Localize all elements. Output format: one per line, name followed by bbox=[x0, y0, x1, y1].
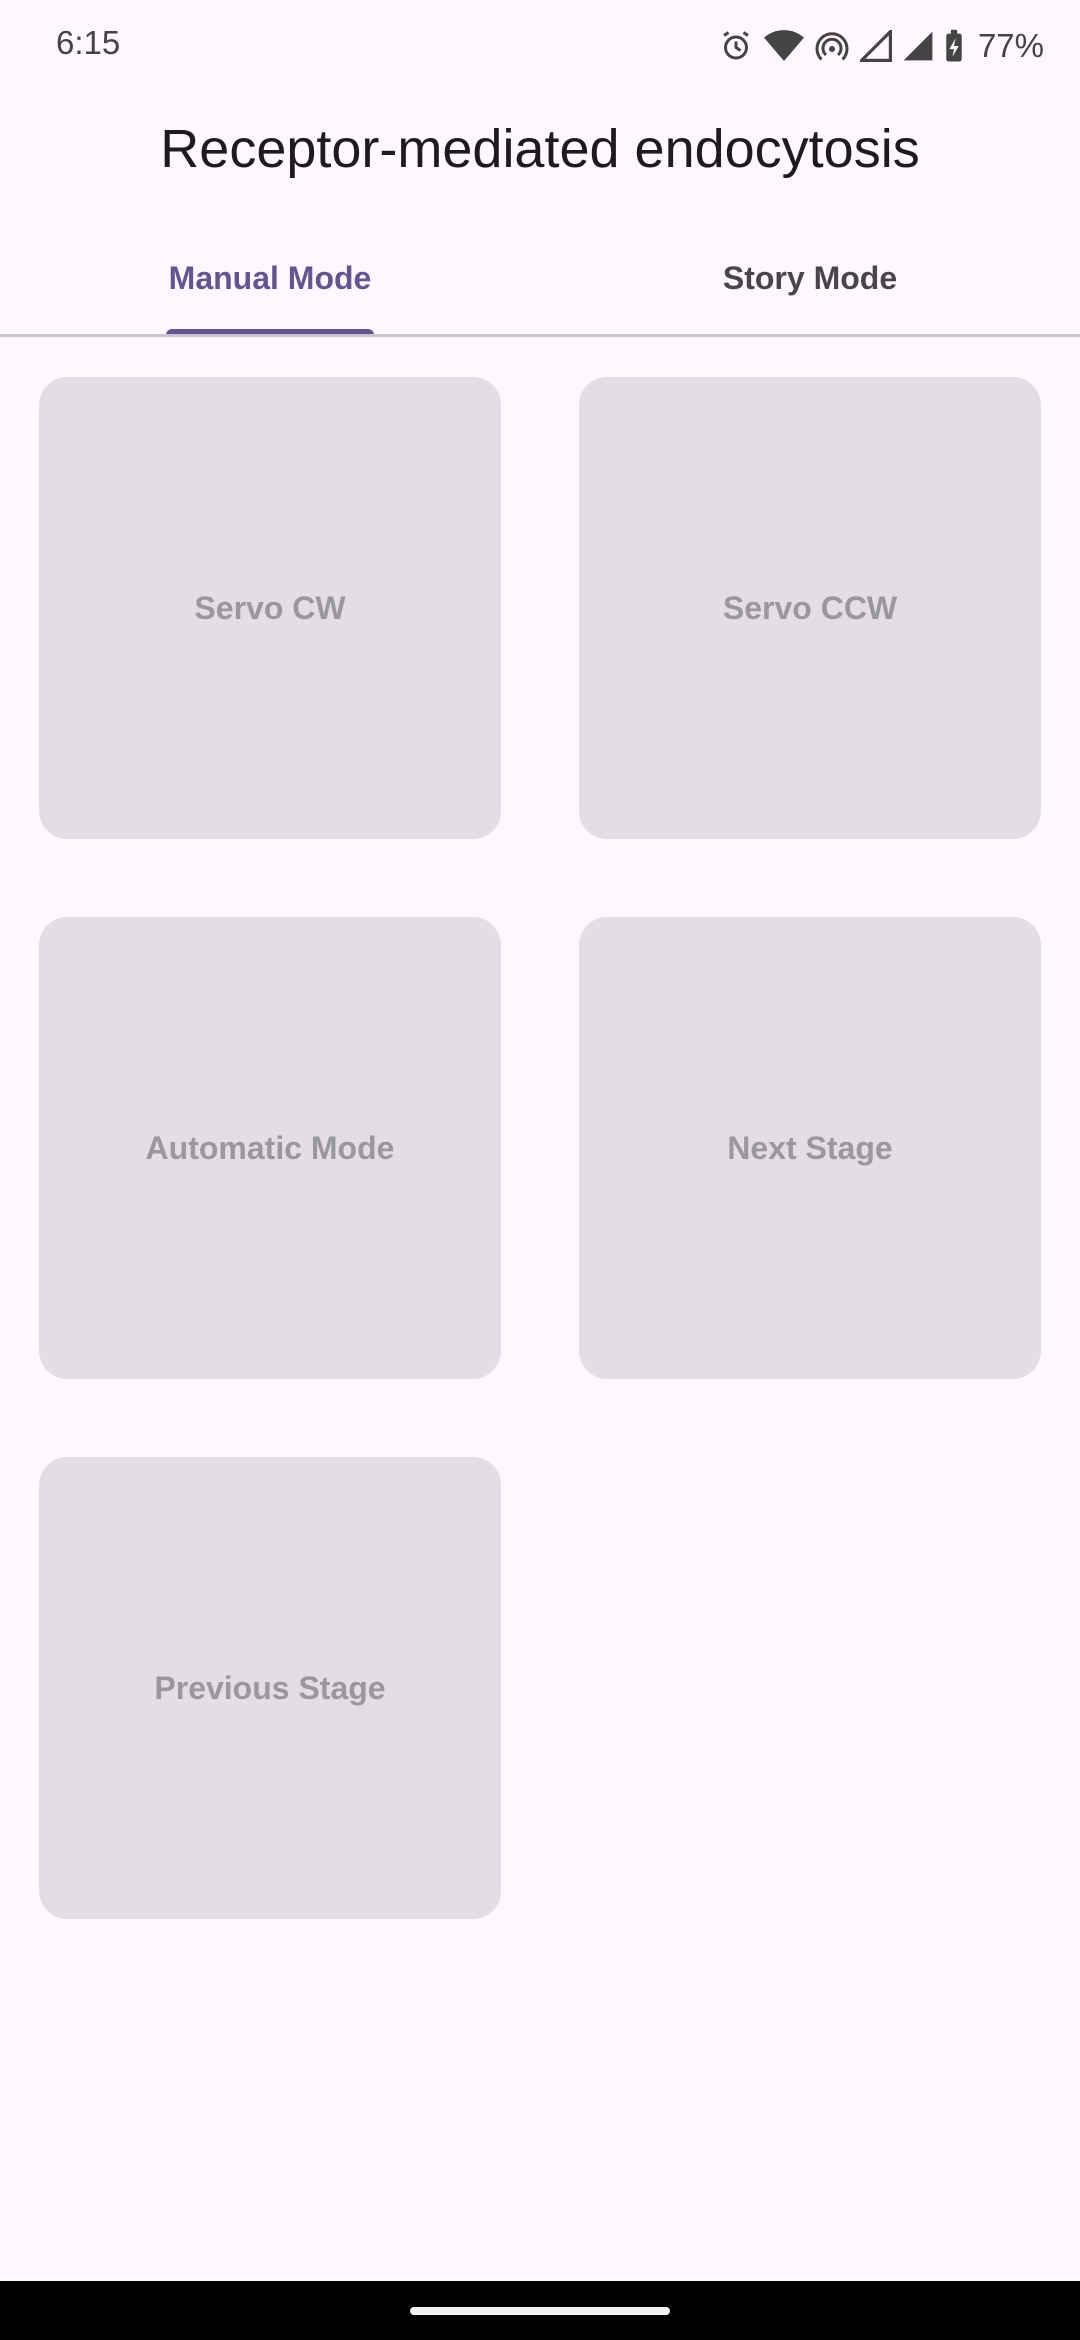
previous-stage-label: Previous Stage bbox=[154, 1669, 386, 1706]
tabs-divider bbox=[0, 334, 1080, 337]
servo-ccw-button[interactable]: Servo CCW bbox=[579, 377, 1041, 839]
tab-bar: Manual Mode Story Mode bbox=[0, 240, 1080, 338]
automatic-mode-label: Automatic Mode bbox=[145, 1129, 395, 1166]
battery-percent: 77% bbox=[977, 27, 1044, 64]
tab-manual-mode[interactable]: Manual Mode bbox=[0, 240, 540, 338]
tab-story-mode[interactable]: Story Mode bbox=[540, 240, 1080, 338]
status-time: 6:15 bbox=[56, 24, 121, 61]
servo-ccw-label: Servo CCW bbox=[722, 589, 898, 626]
signal-icon bbox=[859, 30, 892, 62]
next-stage-label: Next Stage bbox=[727, 1129, 893, 1166]
status-bar: 6:15 77% bbox=[0, 0, 1080, 92]
battery-charging-icon bbox=[944, 29, 964, 63]
hotspot-icon bbox=[814, 28, 850, 64]
wifi-icon bbox=[763, 28, 804, 64]
tab-story-mode-label: Story Mode bbox=[722, 260, 898, 296]
previous-stage-button[interactable]: Previous Stage bbox=[39, 1457, 501, 1919]
alarm-icon bbox=[718, 28, 754, 64]
home-handle[interactable] bbox=[410, 2307, 670, 2315]
next-stage-button[interactable]: Next Stage bbox=[579, 917, 1041, 1379]
screen: 6:15 77% Receptor-mediated endocytosis M… bbox=[0, 0, 1080, 2340]
status-icons: 77% bbox=[718, 22, 1044, 70]
navigation-bar bbox=[0, 2281, 1080, 2340]
servo-cw-button[interactable]: Servo CW bbox=[39, 377, 501, 839]
tab-manual-mode-label: Manual Mode bbox=[168, 260, 372, 296]
page-title: Receptor-mediated endocytosis bbox=[160, 119, 920, 179]
servo-cw-label: Servo CW bbox=[194, 589, 346, 626]
signal-icon bbox=[902, 30, 934, 62]
automatic-mode-button[interactable]: Automatic Mode bbox=[39, 917, 501, 1379]
